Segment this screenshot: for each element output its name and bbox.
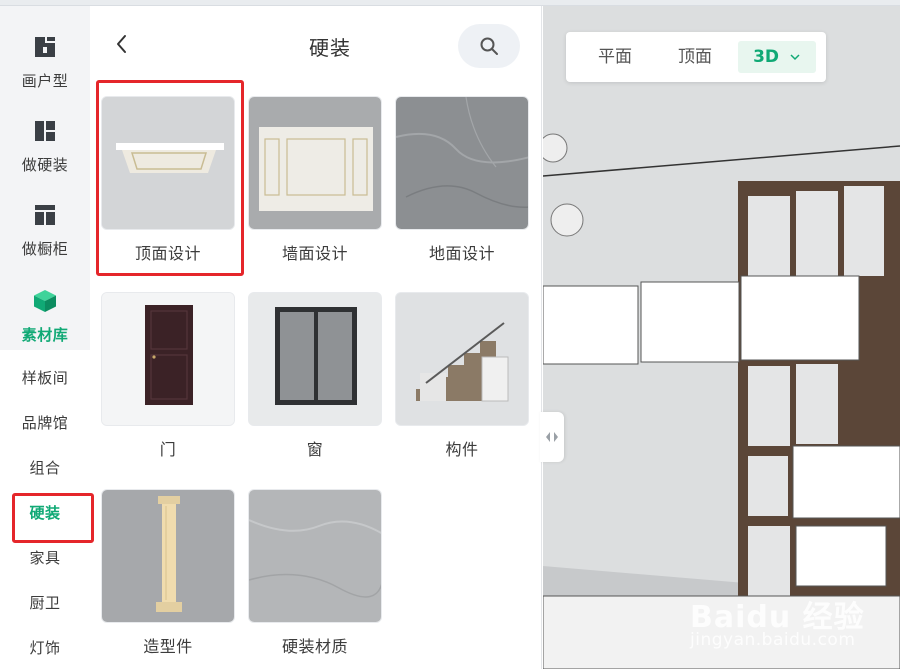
ceiling-panel-image bbox=[102, 97, 234, 229]
sub-nav-kitchen-bath[interactable]: 厨卫 bbox=[0, 581, 90, 625]
card-component[interactable]: 构件 bbox=[395, 292, 529, 460]
card-door[interactable]: 门 bbox=[101, 292, 235, 460]
card-shaped-piece-label: 造型件 bbox=[143, 637, 193, 656]
marble-floor-image bbox=[396, 97, 528, 229]
wall-thumbnail bbox=[248, 96, 382, 230]
card-shaped-piece[interactable]: 造型件 bbox=[101, 489, 235, 657]
nav-floorplan[interactable]: 画户型 bbox=[0, 34, 90, 91]
card-hard-material-label: 硬装材质 bbox=[281, 637, 348, 656]
card-door-label: 门 bbox=[159, 440, 177, 459]
nav-material-library[interactable]: 素材库 bbox=[0, 288, 90, 345]
nav-cabinet[interactable]: 做橱柜 bbox=[0, 202, 90, 259]
sub-nav-lighting[interactable]: 灯饰 bbox=[0, 626, 90, 669]
ceiling-thumbnail bbox=[101, 96, 235, 230]
nav-floorplan-label: 画户型 bbox=[21, 72, 69, 90]
floorplan-icon bbox=[35, 37, 55, 57]
door-image bbox=[102, 293, 234, 425]
view-mode-plan-button[interactable]: 平面 bbox=[580, 41, 650, 73]
view-mode-3d-button[interactable]: 3D bbox=[738, 41, 816, 73]
card-window[interactable]: 窗 bbox=[248, 292, 382, 460]
app-window: 画户型 做硬装 做橱柜 素材库 样板间 品牌馆 组合 硬装 家具 厨卫 灯饰 硬… bbox=[0, 0, 900, 669]
sub-nav-combination[interactable]: 组合 bbox=[0, 446, 90, 490]
window-thumbnail bbox=[248, 292, 382, 426]
door-thumbnail bbox=[101, 292, 235, 426]
card-component-label: 构件 bbox=[445, 440, 479, 459]
wall-panel-image bbox=[249, 97, 381, 229]
staircase-image bbox=[396, 293, 528, 425]
chevron-down-icon bbox=[790, 54, 800, 61]
card-window-label: 窗 bbox=[306, 440, 324, 459]
sub-nav-furniture[interactable]: 家具 bbox=[0, 536, 90, 580]
card-ceiling-design-label: 顶面设计 bbox=[134, 244, 201, 263]
card-ceiling-design[interactable]: 顶面设计 bbox=[101, 96, 235, 264]
view-mode-3d-label: 3D bbox=[753, 47, 780, 67]
material-panel: 硬装 顶面设计 墙面设计 地面设计 门 窗 构件 造型件 硬装材质 bbox=[90, 6, 542, 669]
stone-texture-image bbox=[249, 490, 381, 622]
hard-material-thumbnail bbox=[248, 489, 382, 623]
search-icon bbox=[480, 37, 498, 55]
nav-material-library-label: 素材库 bbox=[21, 326, 69, 344]
collapse-arrows-icon bbox=[546, 432, 558, 442]
nav-hardfit-label: 做硬装 bbox=[21, 156, 69, 174]
layout-icon bbox=[35, 121, 55, 141]
window-image bbox=[249, 293, 381, 425]
view-mode-ceiling-button[interactable]: 顶面 bbox=[660, 41, 730, 73]
cabinet-icon bbox=[35, 205, 55, 225]
floor-thumbnail bbox=[395, 96, 529, 230]
card-hard-material[interactable]: 硬装材质 bbox=[248, 489, 382, 657]
component-thumbnail bbox=[395, 292, 529, 426]
sub-nav-hard-decoration[interactable]: 硬装 bbox=[0, 491, 90, 535]
card-wall-design-label: 墙面设计 bbox=[281, 244, 348, 263]
3d-viewport[interactable] bbox=[543, 6, 900, 669]
nav-hardfit[interactable]: 做硬装 bbox=[0, 118, 90, 175]
sub-nav-showroom[interactable]: 样板间 bbox=[0, 356, 90, 400]
shaped-piece-thumbnail bbox=[101, 489, 235, 623]
cabinet-wall-render bbox=[543, 6, 900, 669]
card-floor-design[interactable]: 地面设计 bbox=[395, 96, 529, 264]
view-mode-bar: 平面 顶面 3D bbox=[566, 32, 826, 82]
card-wall-design[interactable]: 墙面设计 bbox=[248, 96, 382, 264]
cube-icon bbox=[34, 290, 56, 312]
collapse-panel-handle[interactable] bbox=[540, 412, 564, 462]
sub-nav-brand-hall[interactable]: 品牌馆 bbox=[0, 401, 90, 445]
column-image bbox=[102, 490, 234, 622]
panel-search-button[interactable] bbox=[458, 24, 520, 68]
nav-cabinet-label: 做橱柜 bbox=[21, 240, 69, 258]
card-floor-design-label: 地面设计 bbox=[428, 244, 495, 263]
